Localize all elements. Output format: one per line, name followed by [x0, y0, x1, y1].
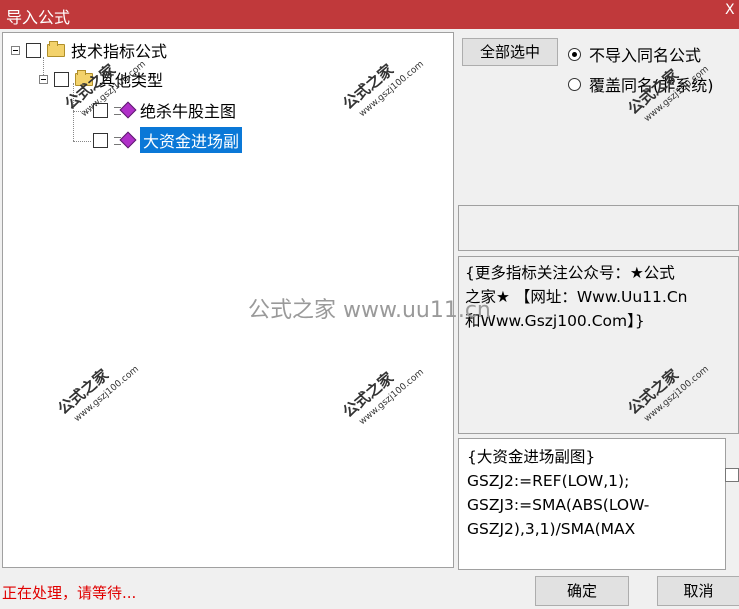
description-line: 之家★ 【网址：Www.Uu11.Cn [465, 288, 688, 306]
select-all-button[interactable]: 全部选中 [462, 38, 558, 66]
group-checkbox[interactable] [54, 71, 69, 87]
code-line: GSZJ2),3,1)/SMA(MAX [467, 520, 636, 538]
collapse-icon[interactable] [11, 45, 20, 55]
watermark-center: 公式之家 www.uu11.cn [248, 298, 491, 323]
status-text: 正在处理，请等待... [2, 584, 137, 602]
radio-icon[interactable] [568, 77, 581, 91]
code-line: {大资金进场副图} [467, 448, 596, 466]
description-line: {更多指标关注公众号：★公式 [465, 264, 675, 282]
collapse-icon[interactable] [39, 74, 48, 84]
window-title: 导入公式 [6, 8, 71, 27]
tree-node-formula[interactable]: 大资金进场副 [93, 127, 243, 153]
tree-connector [73, 141, 91, 142]
tree-node-label: 绝杀牛股主图 [140, 102, 237, 121]
root-checkbox[interactable] [26, 42, 41, 58]
side-checkbox[interactable] [725, 468, 739, 482]
tree-node-formula[interactable]: 绝杀牛股主图 [93, 99, 236, 121]
cancel-button[interactable]: 取消 [657, 576, 739, 606]
code-line: GSZJ2:=REF(LOW,1); [467, 472, 630, 490]
options-panel: 全部选中 不导入同名公式 覆盖同名(非系统) {更多指标关注公众号：★公式 之家… [456, 30, 739, 570]
ok-button[interactable]: 确定 [535, 576, 629, 606]
close-button[interactable]: X [725, 2, 737, 26]
radio-icon[interactable] [568, 47, 581, 61]
description-line: 和Www.Gszj100.Com】} [465, 312, 645, 330]
code-line: GSZJ3:=SMA(ABS(LOW- [467, 496, 650, 514]
code-preview[interactable]: {大资金进场副图} GSZJ2:=REF(LOW,1); GSZJ3:=SMA(… [458, 438, 726, 570]
formula-checkbox[interactable] [93, 132, 108, 148]
tree-node-label-selected: 大资金进场副 [140, 127, 243, 153]
formula-icon [114, 101, 137, 119]
formula-icon [114, 131, 137, 149]
description-box: {更多指标关注公众号：★公式 之家★ 【网址：Www.Uu11.Cn 和Www.… [458, 256, 739, 434]
title-bar: 导入公式 X [0, 0, 739, 29]
folder-icon [47, 40, 65, 57]
blank-area [458, 205, 739, 251]
tree-node-root[interactable]: 技术指标公式 [11, 39, 167, 61]
